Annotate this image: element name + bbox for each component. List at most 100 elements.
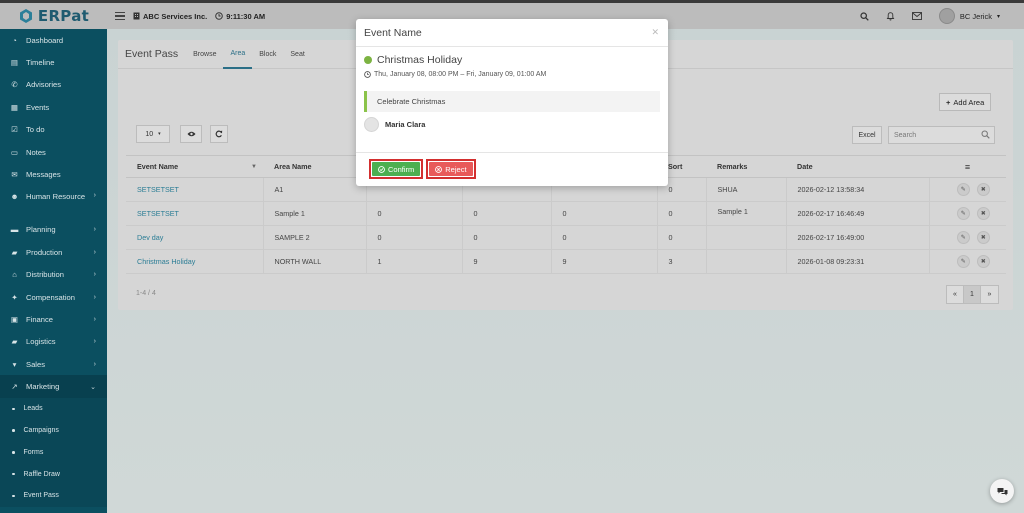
table-cell-date: 2026-02-17 16:49:00 [786, 225, 930, 250]
table-cell-c5: 9 [551, 249, 658, 274]
add-area-button[interactable]: + Add Area [939, 93, 992, 111]
user-name: BC Jerick [959, 11, 992, 21]
sidebar-item-finance[interactable]: ▣ Finance › [0, 308, 107, 330]
table-cell-sort: 0 [657, 225, 707, 250]
tab-browse[interactable]: Browse [186, 40, 223, 69]
table-cell-event[interactable]: Christmas Holiday [126, 249, 264, 274]
sidebar-subitem-label: Leads [23, 405, 43, 413]
sidebar-item-marketing[interactable]: ↗ Marketing ⌄ [0, 375, 107, 398]
column-header-remarks[interactable]: Remarks [706, 155, 786, 178]
sidebar-item-label: Logistics [26, 337, 56, 347]
delete-x-icon[interactable]: ✖ [976, 231, 990, 244]
sidebar-item-distribution[interactable]: ⌂ Distribution › [0, 264, 107, 286]
delete-x-icon[interactable]: ✖ [976, 183, 990, 196]
sidebar-subitem-campaigns[interactable]: Campaigns [0, 419, 107, 442]
delete-x-icon[interactable]: ✖ [976, 207, 990, 220]
truck-icon: ▰ [11, 247, 18, 257]
chat-button[interactable] [990, 479, 1014, 503]
mail-icon[interactable] [911, 12, 922, 20]
column-header-event-name[interactable]: Event Name ▼ [126, 155, 263, 178]
sidebar-item-events[interactable]: ▦ Events [0, 96, 107, 118]
sidebar-item-label: Human Resource [26, 191, 86, 201]
sidebar-subitem-event-pass[interactable]: Event Pass [0, 485, 107, 507]
sidebar-item-logistics[interactable]: ▰ Logistics › [0, 331, 107, 353]
table-cell-area: Sample 1 [263, 201, 367, 226]
column-menu-header[interactable]: ≡ [929, 155, 1006, 178]
page-size-select[interactable]: 10 ▾ [136, 125, 170, 143]
chat-bubbles-icon [997, 487, 1007, 495]
column-header-area-name[interactable]: Area Name [263, 155, 366, 178]
sidebar-item-compensation[interactable]: ✦ Compensation › [0, 286, 107, 308]
sidebar-subitem-raffle-draw[interactable]: Raffle Draw [0, 463, 107, 486]
bell-icon[interactable] [886, 11, 895, 21]
bank-icon: ⌂ [12, 270, 17, 280]
delete-x-icon[interactable]: ✖ [976, 255, 990, 268]
table-cell-sort: 0 [657, 201, 707, 226]
sidebar-item-label: Messages [26, 170, 61, 180]
table-cell-date: 2026-02-17 16:46:49 [786, 201, 930, 226]
edit-pencil-icon[interactable]: ✎ [956, 231, 970, 244]
sidebar-item-human-resource[interactable]: ☻ Human Resource › [0, 186, 107, 219]
event-status-icon [364, 56, 372, 64]
edit-pencil-icon[interactable]: ✎ [956, 255, 970, 268]
sidebar-item-notes[interactable]: ▭ Notes [0, 141, 107, 163]
table-cell-remarks [706, 249, 787, 274]
edit-pencil-icon[interactable]: ✎ [956, 207, 970, 220]
app-logo[interactable]: ERPat [0, 3, 107, 29]
chevron-right-icon: › [93, 315, 96, 323]
close-icon[interactable]: ✕ [651, 27, 659, 38]
table-cell-area: A1 [263, 177, 367, 202]
user-menu[interactable]: BC Jerick ▾ [938, 8, 1000, 24]
refresh-button[interactable] [210, 125, 228, 143]
sidebar-item-sales[interactable]: ▾ Sales › [0, 353, 107, 375]
table-cell-event[interactable]: SETSETSET [126, 177, 264, 202]
confirm-label: Confirm [388, 164, 415, 174]
sidebar-item-to-do[interactable]: ☑ To do [0, 119, 107, 141]
bullet-icon [12, 429, 15, 432]
reject-button[interactable]: Reject [426, 159, 476, 179]
row-actions: ✎ ✖ [929, 225, 1006, 250]
table-cell-date: 2026-02-12 13:58:34 [786, 177, 930, 202]
sidebar-item-label: Compensation [26, 292, 75, 302]
search-icon[interactable] [860, 11, 869, 21]
sidebar-item-label: Advisories [26, 80, 62, 90]
sidebar-item-messages[interactable]: ✉ Messages [0, 163, 107, 185]
tab-area[interactable]: Area [223, 40, 253, 69]
excel-button[interactable]: Excel [852, 126, 882, 144]
modal-footer-divider [356, 152, 668, 153]
company-selector[interactable]: ABC Services Inc. [133, 12, 207, 21]
tab-block[interactable]: Block [252, 40, 283, 69]
page-button-current[interactable]: 1 [964, 286, 981, 303]
clock-icon [215, 12, 224, 20]
sidebar-subitem-leads[interactable]: Leads [0, 397, 107, 420]
toggle-columns-button[interactable] [180, 125, 202, 143]
building-icon [133, 12, 140, 20]
next-page-button[interactable]: » [981, 286, 998, 303]
sidebar-item-label: Planning [26, 225, 56, 235]
eye-icon [187, 131, 195, 137]
timeline-icon: ▤ [10, 58, 19, 68]
edit-pencil-icon[interactable]: ✎ [956, 183, 970, 196]
bullet-icon [12, 407, 15, 410]
sidebar-subitem-forms[interactable]: Forms [0, 441, 107, 464]
pagination: « 1 » [946, 285, 999, 304]
confirm-button[interactable]: Confirm [369, 159, 424, 179]
sidebar-item-advisories[interactable]: ✆ Advisories [0, 74, 107, 96]
table-cell-area: SAMPLE 2 [263, 225, 367, 250]
prev-page-button[interactable]: « [947, 286, 964, 303]
sidebar-item-production[interactable]: ▰ Production › [0, 241, 107, 263]
chevron-right-icon: › [93, 248, 96, 256]
chevron-right-icon: › [93, 226, 96, 234]
sidebar: ◔ Dashboard ▤ Timeline ✆ Advisories ▦ Events ☑ To… [0, 29, 107, 513]
sidebar-item-planning[interactable]: ▬ Planning › [0, 219, 107, 241]
tab-seat[interactable]: Seat [283, 40, 311, 69]
table-cell-event[interactable]: Dev day [126, 225, 264, 250]
sidebar-item-timeline[interactable]: ▤ Timeline [0, 51, 107, 73]
search-input[interactable]: Search [888, 126, 995, 144]
column-header-date[interactable]: Date [786, 155, 929, 178]
sidebar-item-dashboard[interactable]: ◔ Dashboard [0, 29, 107, 51]
table-cell-event[interactable]: SETSETSET [126, 201, 264, 226]
clock-time: 9:11:30 AM [226, 11, 266, 21]
menu-toggle-icon[interactable] [115, 11, 125, 21]
reject-label: Reject [445, 164, 467, 174]
